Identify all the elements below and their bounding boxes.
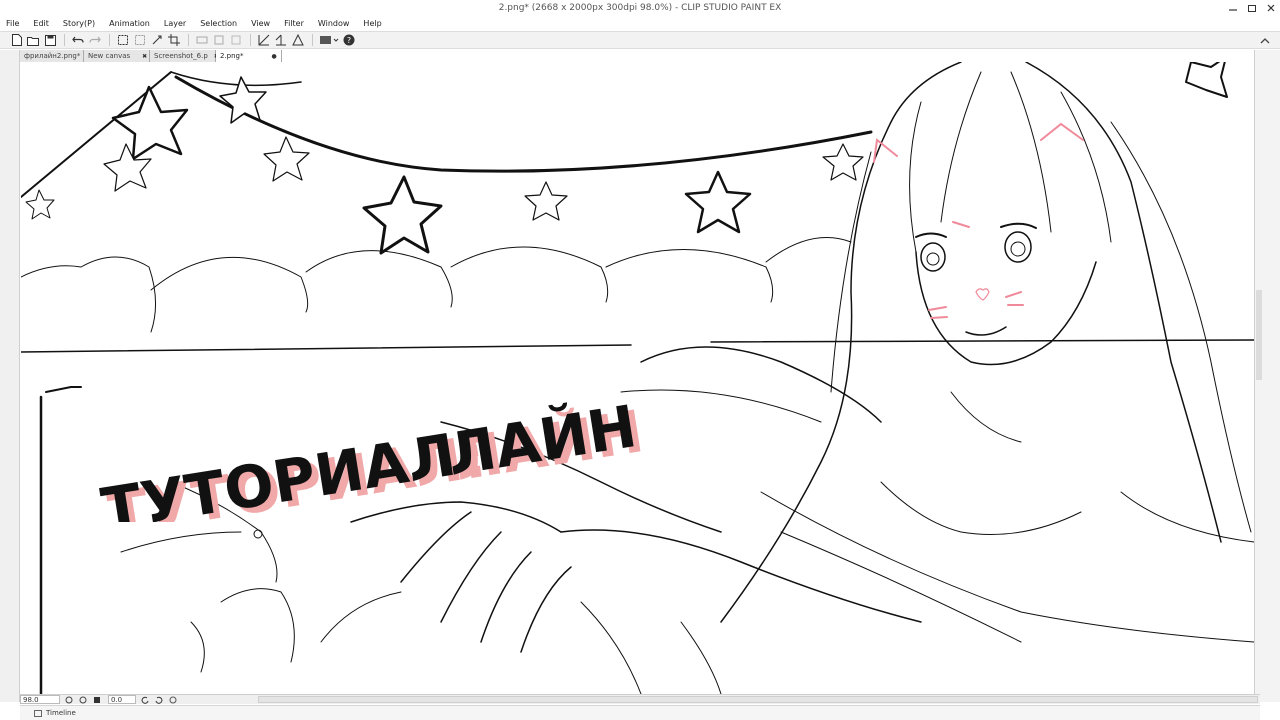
crop-icon[interactable] <box>166 33 182 47</box>
menu-filter[interactable]: Filter <box>284 19 304 28</box>
title-line1: ТУТОРИАЛ: <box>97 417 483 522</box>
symmetry-icon[interactable] <box>256 33 272 47</box>
zoom-field[interactable]: 98.0 <box>20 695 60 704</box>
menu-edit[interactable]: Edit <box>33 19 49 28</box>
tab-screenshot6[interactable]: Screenshot_6.p✖ <box>150 50 219 62</box>
perspective-icon[interactable] <box>228 33 244 47</box>
vertical-scroll-thumb[interactable] <box>1256 290 1262 380</box>
menu-window[interactable]: Window <box>318 19 350 28</box>
zoom-in-icon[interactable] <box>78 695 88 704</box>
redo-icon[interactable] <box>87 33 103 47</box>
rotation-angle-field[interactable]: 0.0 <box>108 695 136 704</box>
restore-icon <box>1247 4 1256 12</box>
timeline-label[interactable]: Timeline <box>46 709 76 717</box>
toolbar-separator <box>250 34 251 46</box>
grid-icon[interactable] <box>273 33 289 47</box>
title-bar: 2.png* (2668 x 2000px 300dpi 98.0%) - CL… <box>0 0 1280 16</box>
tab-dirty-icon[interactable]: ● <box>272 53 277 60</box>
perspective-ruler-icon[interactable] <box>290 33 306 47</box>
menu-view[interactable]: View <box>251 19 270 28</box>
rotate-left-icon[interactable] <box>140 695 150 704</box>
toolbar-separator <box>64 34 65 46</box>
window-controls <box>1223 0 1280 15</box>
menu-animation[interactable]: Animation <box>109 19 150 28</box>
tab-frilayn2[interactable]: фрилайн2.png*● <box>20 50 92 62</box>
menu-selection[interactable]: Selection <box>200 19 237 28</box>
fit-view-icon[interactable] <box>92 695 102 704</box>
tutorial-title-overlay: ТУТОРИАЛ: ТУТОРИАЛ: ЛАЙН ЛАЙН <box>97 391 648 522</box>
zoom-out-icon[interactable] <box>64 695 74 704</box>
command-bar: ? <box>0 31 1280 49</box>
menu-help[interactable]: Help <box>363 19 381 28</box>
timeline-icon[interactable] <box>34 709 42 717</box>
timeline-bar: Timeline <box>20 705 1260 720</box>
tab-new-canvas[interactable]: New canvas ✖ <box>84 50 150 62</box>
tab-label: New canvas <box>88 52 131 60</box>
tab-label: 2.png* <box>220 52 244 60</box>
close-icon <box>1267 4 1274 11</box>
view-mode-icon[interactable] <box>318 33 340 47</box>
menu-file[interactable]: File <box>6 19 19 28</box>
menu-bar: File Edit Story(P) Animation Layer Selec… <box>0 16 1280 31</box>
save-icon[interactable] <box>42 33 58 47</box>
title-line2: ЛАЙН <box>442 391 641 489</box>
snap-icon[interactable] <box>211 33 227 47</box>
minimize-icon <box>1228 8 1237 11</box>
reset-rotation-icon[interactable] <box>168 695 178 704</box>
window-title: 2.png* (2668 x 2000px 300dpi 98.0%) - CL… <box>498 3 782 13</box>
horizontal-scrollbar[interactable] <box>258 696 1258 703</box>
drawing-canvas[interactable]: ТУТОРИАЛ: ТУТОРИАЛ: ЛАЙН ЛАЙН <box>21 62 1254 694</box>
menu-story[interactable]: Story(P) <box>63 19 95 28</box>
document-tabs: фрилайн2.png*● New canvas✖ Screenshot_6.… <box>20 50 282 62</box>
restore-button[interactable] <box>1242 0 1261 15</box>
close-icon[interactable]: ✖ <box>142 53 147 60</box>
help-icon[interactable]: ? <box>341 33 357 47</box>
canvas-status-bar: 98.0 0.0 <box>20 694 1260 704</box>
minimize-button[interactable] <box>1223 0 1242 15</box>
tab-2png[interactable]: 2.png* ● <box>216 50 282 62</box>
tab-label: фрилайн2.png* <box>24 52 81 60</box>
toolbar-separator <box>188 34 189 46</box>
toolbar-separator <box>312 34 313 46</box>
transform-icon[interactable] <box>149 33 165 47</box>
close-button[interactable] <box>1261 0 1280 15</box>
tab-label: Screenshot_6.p <box>154 52 208 60</box>
new-file-icon[interactable] <box>8 33 24 47</box>
deselect-icon[interactable] <box>132 33 148 47</box>
open-icon[interactable] <box>25 33 41 47</box>
left-panel-strip <box>0 50 20 702</box>
select-all-icon[interactable] <box>115 33 131 47</box>
svg-text:?: ? <box>347 36 351 45</box>
ruler-icon[interactable] <box>194 33 210 47</box>
rotate-right-icon[interactable] <box>154 695 164 704</box>
toolbar-separator <box>109 34 110 46</box>
menu-layer[interactable]: Layer <box>164 19 186 28</box>
panel-toggle-icon[interactable] <box>1258 33 1272 47</box>
undo-icon[interactable] <box>70 33 86 47</box>
